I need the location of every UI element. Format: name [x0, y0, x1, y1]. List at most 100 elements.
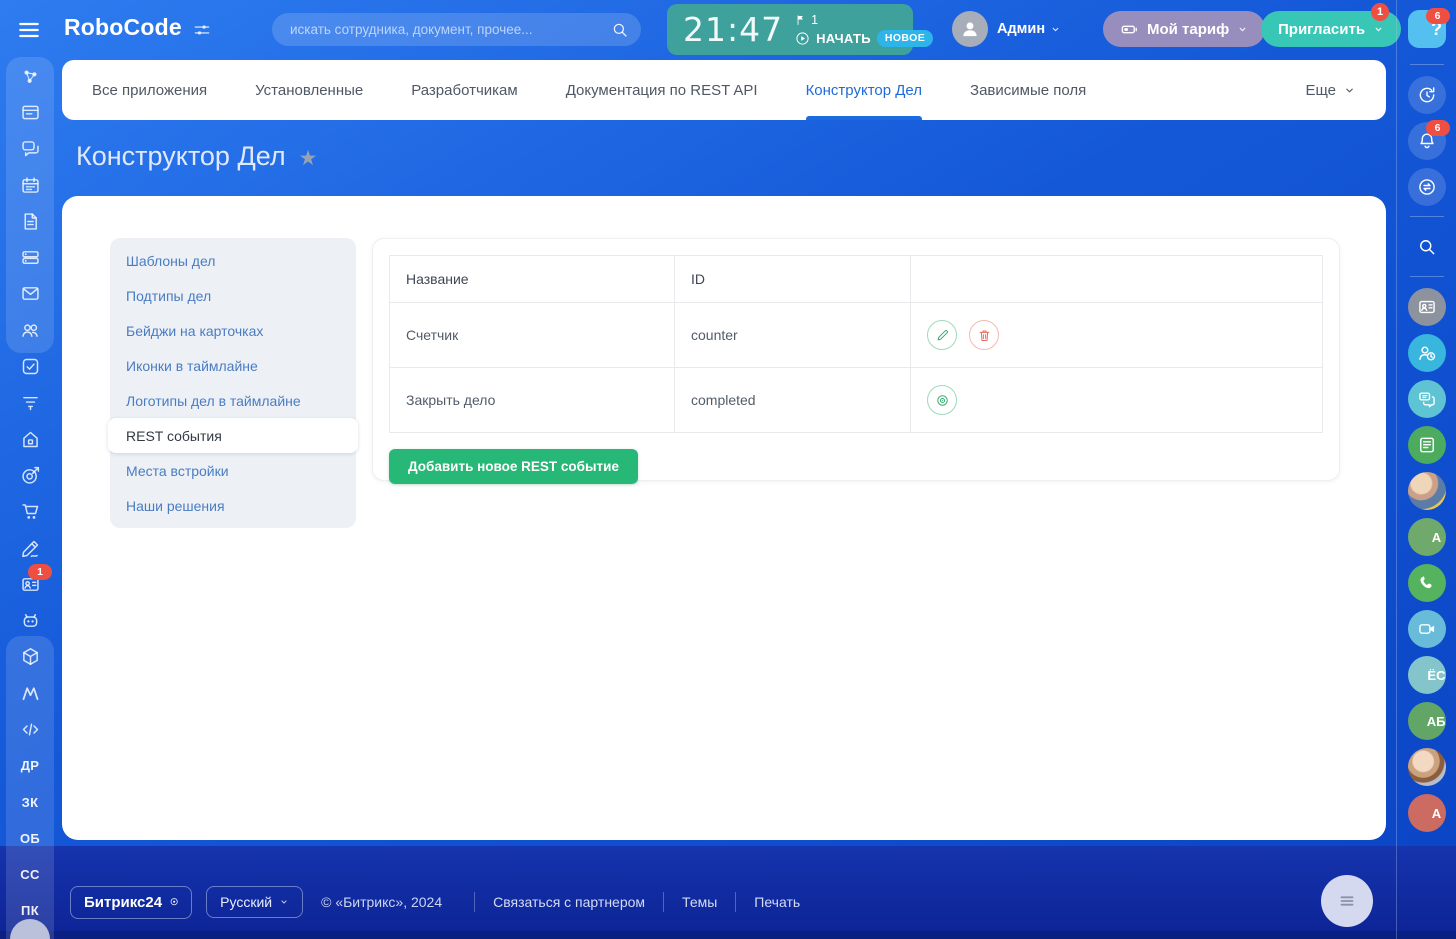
sidebar-item-ai-bot[interactable]: [0, 602, 60, 638]
sidebar-item-sign[interactable]: [0, 530, 60, 566]
user-avatar[interactable]: [952, 11, 988, 47]
view-button[interactable]: [927, 385, 957, 415]
rest-events-table: Название ID Счетчик counter: [389, 255, 1323, 433]
favorite-star-icon[interactable]: ★: [299, 144, 318, 169]
dialogs-button[interactable]: [1408, 168, 1446, 206]
user-avatar-es[interactable]: ЁС: [1408, 656, 1446, 694]
updates-button[interactable]: [1408, 76, 1446, 114]
tasks-icon: [20, 356, 41, 377]
sidebar-item-app-ob[interactable]: ОБ: [0, 820, 60, 856]
notifications-button[interactable]: [1408, 122, 1446, 160]
sidebar-item-devops[interactable]: [0, 639, 60, 675]
team-photo-avatar[interactable]: [1408, 472, 1446, 510]
quick-menu-button[interactable]: [1321, 875, 1373, 927]
edit-button[interactable]: [927, 320, 957, 350]
news-avatar[interactable]: [1408, 426, 1446, 464]
footer-link-partner[interactable]: Связаться с партнером: [474, 892, 645, 912]
eye-icon: [935, 393, 950, 408]
call-avatar[interactable]: [1408, 564, 1446, 602]
search-input[interactable]: [290, 22, 611, 37]
event-name-cell: Счетчик: [390, 303, 675, 368]
user-avatar-a1[interactable]: А: [1408, 518, 1446, 556]
tab-more-label: Еще: [1305, 82, 1336, 99]
sidebar-item-app-zk[interactable]: ЗК: [0, 784, 60, 820]
brand-label: Битрикс24: [84, 894, 162, 911]
main-card: Шаблоны дел Подтипы дел Бейджи на карточ…: [62, 196, 1386, 840]
sidebar-item-mail[interactable]: [0, 276, 60, 312]
sidebar-item-tasks[interactable]: [0, 348, 60, 384]
help-button[interactable]: ?: [1408, 10, 1446, 48]
sidebar-item-app-m[interactable]: [0, 675, 60, 711]
time-planner-widget[interactable]: 21:47 1 НАЧАТЬ НОВОЕ: [667, 4, 913, 55]
tariff-button[interactable]: Мой тариф: [1103, 11, 1265, 47]
search-button[interactable]: [1408, 228, 1446, 266]
logo-settings-button[interactable]: [192, 20, 212, 40]
bitrix-brand-button[interactable]: Битрикс24☉: [70, 886, 192, 919]
tab-more[interactable]: Еще: [1305, 60, 1356, 120]
sidebar-item-app-ss[interactable]: СС: [0, 857, 60, 893]
sidebar-item-app-dr[interactable]: ДР: [0, 748, 60, 784]
footer-link-themes[interactable]: Темы: [663, 892, 717, 912]
sidebar-item-market[interactable]: [0, 421, 60, 457]
chat-icon: [20, 138, 41, 159]
event-id-cell: completed: [675, 368, 911, 433]
person-status-avatar[interactable]: [1408, 334, 1446, 372]
sidebar-item-pulse[interactable]: [0, 58, 60, 94]
chats-avatar[interactable]: [1408, 380, 1446, 418]
tab-rest-api-docs[interactable]: Документация по REST API: [566, 60, 758, 120]
tab-all-apps[interactable]: Все приложения: [92, 60, 207, 120]
video-avatar[interactable]: [1408, 610, 1446, 648]
settings-menu: Шаблоны дел Подтипы дел Бейджи на карточ…: [110, 238, 356, 528]
feed-icon: [20, 102, 41, 123]
tab-developers[interactable]: Разработчикам: [411, 60, 517, 120]
menu-item-timeline-icons[interactable]: Иконки в таймлайне: [110, 348, 356, 383]
divider-1: [1410, 64, 1444, 65]
sidebar-items: ДР ЗК ОБ СС ПК: [0, 58, 60, 929]
start-day-button[interactable]: НАЧАТЬ: [816, 31, 871, 46]
sidebar-item-crm[interactable]: [0, 385, 60, 421]
footer-link-print[interactable]: Печать: [735, 892, 800, 912]
language-label: Русский: [220, 894, 272, 910]
chats-icon: [1417, 389, 1437, 409]
tab-case-constructor[interactable]: Конструктор Дел: [806, 60, 922, 120]
sidebar-item-docs[interactable]: [0, 203, 60, 239]
menu-item-our-solutions[interactable]: Наши решения: [110, 488, 356, 523]
sidebar-item-messenger[interactable]: [0, 131, 60, 167]
user-avatar-a2[interactable]: А: [1408, 794, 1446, 832]
user-avatar-ab[interactable]: АБ: [1408, 702, 1446, 740]
sidebar-item-shop[interactable]: [0, 494, 60, 530]
sidebar-item-ads[interactable]: [0, 457, 60, 493]
language-select[interactable]: Русский: [206, 886, 303, 918]
sidebar-item-calendar[interactable]: [0, 167, 60, 203]
search-icon: [1417, 237, 1437, 257]
sidebar-item-app-code[interactable]: [0, 711, 60, 747]
contacts-avatar[interactable]: [1408, 288, 1446, 326]
menu-item-case-templates[interactable]: Шаблоны дел: [110, 243, 356, 278]
menu-toggle-button[interactable]: [16, 17, 44, 43]
menu-item-rest-events[interactable]: REST события: [108, 418, 358, 453]
invite-button[interactable]: Пригласить 1: [1261, 11, 1401, 47]
sidebar-item-feed[interactable]: [0, 94, 60, 130]
tab-installed[interactable]: Установленные: [255, 60, 363, 120]
menu-item-case-subtypes[interactable]: Подтипы дел: [110, 278, 356, 313]
calendar-icon: [20, 175, 41, 196]
search-icon[interactable]: [611, 21, 629, 39]
delete-button[interactable]: [969, 320, 999, 350]
woman-photo-avatar[interactable]: [1408, 748, 1446, 786]
tabs: Все приложения Установленные Разработчик…: [92, 60, 1086, 120]
menu-item-timeline-logos[interactable]: Логотипы дел в таймлайне: [110, 383, 356, 418]
sidebar-item-drive[interactable]: [0, 239, 60, 275]
user-menu[interactable]: Админ: [997, 21, 1061, 37]
dialog-icon: [1417, 177, 1437, 197]
app-logo[interactable]: RoboCode: [64, 14, 182, 41]
sidebar-item-contact-center[interactable]: [0, 566, 60, 602]
flag-icon: [795, 14, 807, 26]
tab-dependent-fields[interactable]: Зависимые поля: [970, 60, 1086, 120]
menu-item-card-badges[interactable]: Бейджи на карточках: [110, 313, 356, 348]
footer-bottom-strip: [0, 931, 1456, 939]
menu-item-placements[interactable]: Места встройки: [110, 453, 356, 488]
add-rest-event-button[interactable]: Добавить новое REST событие: [389, 449, 638, 484]
sidebar-item-groups[interactable]: [0, 312, 60, 348]
sliders-icon: [192, 20, 212, 40]
global-search: [272, 13, 641, 46]
